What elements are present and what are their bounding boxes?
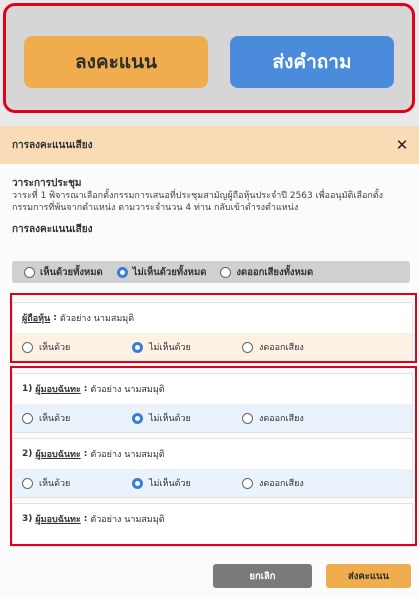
modal-title: การลงคะแนนเสียง <box>12 139 93 151</box>
approve-option[interactable]: เห็นด้วย <box>22 340 132 354</box>
proxy-header: 1) ผู้มอบฉันทะ : ตัวอย่าง นามสมมุติ <box>13 374 412 404</box>
abstain-label: งดออกเสียง <box>259 479 304 489</box>
proxy-card: 3) ผู้มอบฉันทะ : ตัวอย่าง นามสมมุติ <box>12 503 413 547</box>
ask-question-button[interactable]: ส่งคำถาม <box>230 36 394 88</box>
action-panel: ลงคะแนน ส่งคำถาม <box>3 3 415 113</box>
disapprove-option[interactable]: ไม่เห็นด้วย <box>132 340 242 354</box>
shareholder-name: ตัวอย่าง นามสมมุติ <box>59 314 135 324</box>
abstain-all-label: งดออกเสียงทั้งหมด <box>236 266 314 278</box>
radio-checked-icon[interactable] <box>116 266 128 278</box>
proxy-name: ตัวอย่าง นามสมมุติ <box>90 385 165 395</box>
approve-all-label: เห็นด้วยทั้งหมด <box>40 266 103 278</box>
radio-icon[interactable] <box>242 412 253 424</box>
proxy-label: ผู้มอบฉันทะ <box>35 385 81 395</box>
proxy-number: 3) <box>22 514 33 524</box>
disapprove-label: ไม่เห็นด้วย <box>149 414 191 424</box>
radio-icon[interactable] <box>22 477 33 489</box>
radio-icon[interactable] <box>22 412 33 424</box>
agenda-title: วาระการประชุม <box>12 178 82 189</box>
approve-label: เห็นด้วย <box>39 414 71 424</box>
proxy-label: ผู้มอบฉันทะ <box>35 450 81 460</box>
abstain-option[interactable]: งดออกเสียง <box>242 411 304 425</box>
shareholder-header: ผู้ถือหุ้น : ตัวอย่าง นามสมมุติ <box>13 303 412 333</box>
vote-button[interactable]: ลงคะแนน <box>24 36 208 88</box>
vote-section-title: การลงคะแนนเสียง <box>12 224 93 235</box>
radio-checked-icon[interactable] <box>132 341 143 353</box>
radio-icon[interactable] <box>242 477 253 489</box>
disapprove-all-option[interactable]: ไม่เห็นด้วยทั้งหมด <box>116 265 207 280</box>
separator: : <box>53 313 57 323</box>
shareholder-card: ผู้ถือหุ้น : ตัวอย่าง นามสมมุติ เห็นด้วย… <box>12 302 413 362</box>
approve-option[interactable]: เห็นด้วย <box>22 411 132 425</box>
disapprove-option[interactable]: ไม่เห็นด้วย <box>132 411 242 425</box>
proxy-number: 2) <box>22 449 33 459</box>
abstain-label: งดออกเสียง <box>259 343 304 353</box>
vote-all-options: เห็นด้วยทั้งหมด ไม่เห็นด้วยทั้งหมด งดออก… <box>12 261 410 283</box>
radio-icon[interactable] <box>242 341 253 353</box>
agenda-description: วาระที่ 1 พิจารณาเลือกตั้งกรรมการเสนอที่… <box>12 191 384 213</box>
abstain-option[interactable]: งดออกเสียง <box>242 340 304 354</box>
shareholder-label: ผู้ถือหุ้น <box>22 314 51 324</box>
separator: : <box>83 514 88 524</box>
proxy-name: ตัวอย่าง นามสมมุติ <box>90 450 165 460</box>
radio-icon[interactable] <box>220 266 232 278</box>
separator: : <box>83 449 88 459</box>
cancel-button[interactable]: ยกเลิก <box>213 564 312 588</box>
proxy-card: 2) ผู้มอบฉันทะ : ตัวอย่าง นามสมมุติ เห็น… <box>12 438 413 498</box>
disapprove-label: ไม่เห็นด้วย <box>149 479 191 489</box>
proxy-header: 3) ผู้มอบฉันทะ : ตัวอย่าง นามสมมุติ <box>13 504 412 534</box>
proxy-name: ตัวอย่าง นามสมมุติ <box>90 515 165 525</box>
submit-vote-button[interactable]: ส่งคะแนน <box>326 564 411 588</box>
close-icon[interactable]: ✕ <box>395 136 409 154</box>
radio-icon[interactable] <box>22 341 33 353</box>
abstain-label: งดออกเสียง <box>259 414 304 424</box>
approve-option[interactable]: เห็นด้วย <box>22 476 132 490</box>
proxy-card: 1) ผู้มอบฉันทะ : ตัวอย่าง นามสมมุติ เห็น… <box>12 373 413 433</box>
radio-checked-icon[interactable] <box>132 477 143 489</box>
disapprove-all-label: ไม่เห็นด้วยทั้งหมด <box>132 266 207 278</box>
abstain-option[interactable]: งดออกเสียง <box>242 476 304 490</box>
proxy-label: ผู้มอบฉันทะ <box>35 515 81 525</box>
separator: : <box>83 384 88 394</box>
disapprove-option[interactable]: ไม่เห็นด้วย <box>132 476 242 490</box>
radio-icon[interactable] <box>24 266 35 278</box>
approve-all-option[interactable]: เห็นด้วยทั้งหมด <box>24 265 103 280</box>
shareholder-options: เห็นด้วย ไม่เห็นด้วย งดออกเสียง <box>13 333 412 361</box>
approve-label: เห็นด้วย <box>39 479 71 489</box>
disapprove-label: ไม่เห็นด้วย <box>149 343 191 353</box>
proxy-number: 1) <box>22 384 33 394</box>
abstain-all-option[interactable]: งดออกเสียงทั้งหมด <box>220 265 313 280</box>
proxy-options: เห็นด้วย ไม่เห็นด้วย งดออกเสียง <box>13 469 412 497</box>
modal-header: การลงคะแนนเสียง ✕ <box>0 126 419 164</box>
proxy-options: เห็นด้วย ไม่เห็นด้วย งดออกเสียง <box>13 404 412 432</box>
voting-modal: การลงคะแนนเสียง ✕ วาระการประชุม วาระที่ … <box>0 126 419 598</box>
approve-label: เห็นด้วย <box>39 343 71 353</box>
proxy-header: 2) ผู้มอบฉันทะ : ตัวอย่าง นามสมมุติ <box>13 439 412 469</box>
radio-checked-icon[interactable] <box>132 412 143 424</box>
